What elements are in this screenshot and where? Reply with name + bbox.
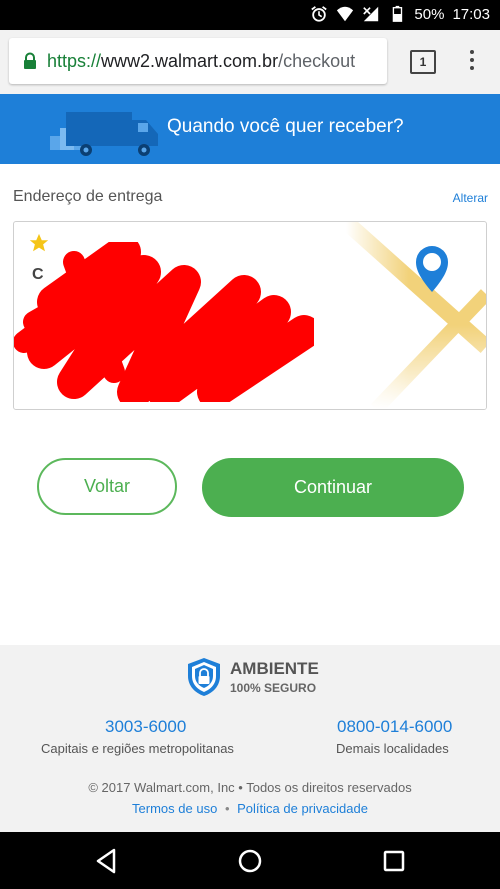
link-separator: •: [224, 801, 230, 816]
alarm-icon: [311, 6, 328, 22]
url-host: www2.walmart.com.br: [101, 50, 279, 71]
footer: AMBIENTE 100% SEGURO 3003-6000 Capitais …: [0, 645, 500, 832]
clock: 17:03: [452, 5, 490, 23]
lock-icon: [24, 52, 36, 69]
banner-title: Quando você quer receber?: [167, 116, 404, 137]
url-field[interactable]: https://www2.walmart.com.br/checkout: [9, 38, 387, 84]
delivery-truck-icon: [50, 112, 158, 156]
recents-nav-icon[interactable]: [379, 846, 409, 876]
url-text: https://www2.walmart.com.br/checkout: [47, 51, 355, 72]
secure-badge: AMBIENTE 100% SEGURO: [186, 657, 319, 697]
back-button[interactable]: Voltar: [37, 458, 177, 515]
continue-button[interactable]: Continuar: [202, 458, 464, 517]
footer-links: Termos de uso • Política de privacidade: [0, 801, 500, 816]
back-nav-icon[interactable]: [92, 846, 122, 876]
map-pin-icon: [346, 222, 486, 409]
terms-link[interactable]: Termos de uso: [132, 801, 217, 816]
battery-icon: [393, 5, 403, 22]
secure-subtitle: 100% SEGURO: [230, 681, 317, 695]
redaction-scribble: [14, 242, 314, 402]
copyright: © 2017 Walmart.com, Inc • Todos os direi…: [88, 780, 412, 795]
address-card[interactable]: C EL - PR 83: [13, 221, 487, 410]
status-bar: 50% 17:03: [0, 0, 500, 30]
change-address-link[interactable]: Alterar: [453, 191, 488, 205]
url-path: /checkout: [278, 50, 356, 71]
wifi-icon: [337, 6, 354, 22]
shield-lock-icon: [188, 658, 220, 696]
phone-others[interactable]: 0800-014-6000: [337, 717, 452, 737]
browser-menu-button[interactable]: [467, 50, 477, 74]
section-title: Endereço de entrega: [13, 188, 163, 205]
home-nav-icon[interactable]: [235, 846, 265, 876]
status-icons: 50% 17:03: [310, 5, 490, 23]
phone-capitals[interactable]: 3003-6000: [105, 717, 186, 737]
url-scheme: https://: [47, 50, 102, 71]
system-nav-bar: [0, 832, 500, 889]
phone-others-desc: Demais localidades: [336, 741, 449, 756]
battery-level: 50%: [414, 5, 445, 23]
privacy-link[interactable]: Política de privacidade: [237, 801, 368, 816]
secure-title: AMBIENTE: [230, 659, 319, 678]
signal-icon: [363, 6, 379, 22]
browser-toolbar: https://www2.walmart.com.br/checkout 1: [0, 30, 500, 94]
delivery-banner: Quando você quer receber?: [0, 94, 500, 164]
tab-count: 1: [419, 55, 427, 69]
phone-capitals-desc: Capitais e regiões metropolitanas: [41, 741, 234, 756]
tab-switcher-button[interactable]: 1: [410, 50, 436, 74]
